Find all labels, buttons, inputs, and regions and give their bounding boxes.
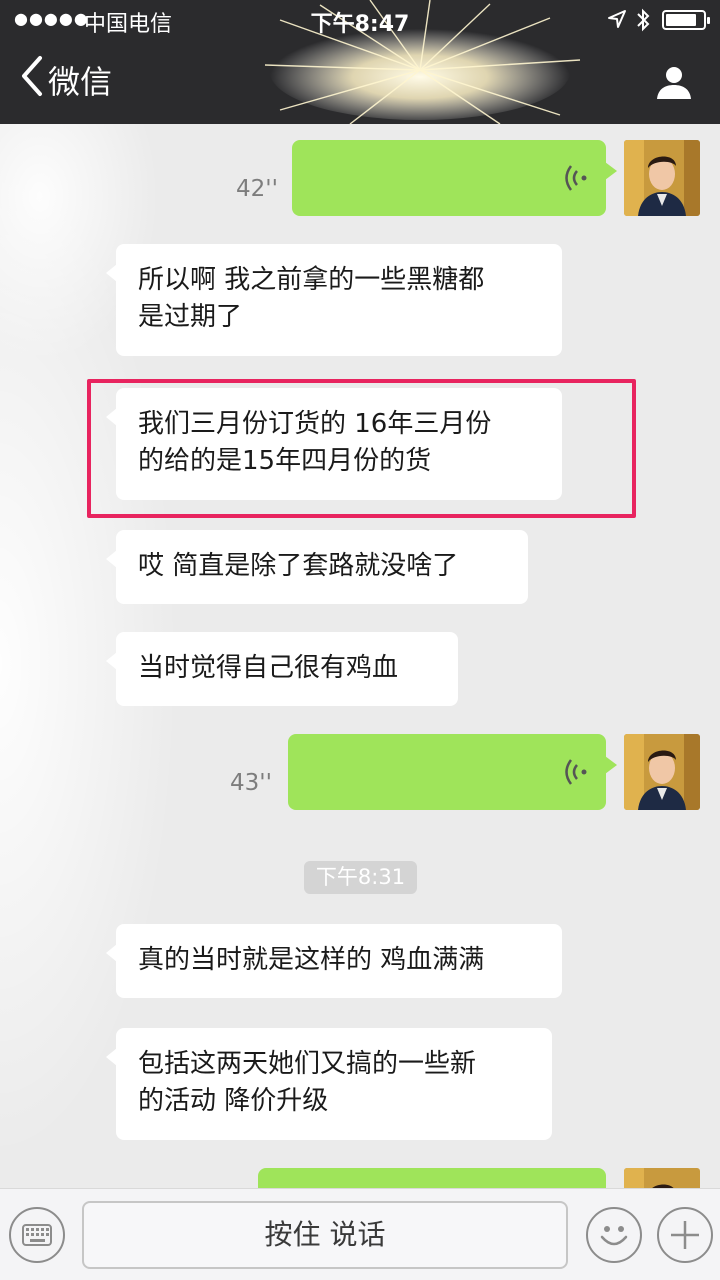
message-line: 包括这两天她们又搞的一些新 [138, 1049, 477, 1079]
keyboard-toggle-button[interactable] [9, 1207, 65, 1263]
header: ●●●●● 中国电信 下午8:47 微信 [0, 0, 720, 124]
location-icon [608, 10, 626, 28]
timestamp: 下午8:31 [304, 861, 417, 894]
emoji-icon [600, 1226, 628, 1246]
battery-icon [662, 10, 710, 30]
incoming-message[interactable]: 哎 简直是除了套路就没啥了 [106, 530, 528, 604]
voice-message[interactable] [292, 140, 617, 216]
emoji-button[interactable] [586, 1207, 642, 1263]
voice-duration: 42'' [236, 176, 278, 202]
incoming-message[interactable]: 包括这两天她们又搞的一些新 的活动 降价升级 [106, 1028, 552, 1140]
voice-wave-icon [565, 759, 587, 785]
more-button[interactable] [657, 1207, 713, 1263]
avatar[interactable] [624, 1168, 700, 1188]
nav-bar: 微信 [0, 40, 720, 124]
message-line: 真的当时就是这样的 鸡血满满 [138, 945, 485, 975]
input-bar: 按住 说话 [0, 1188, 720, 1280]
avatar-image [624, 734, 700, 810]
incoming-message[interactable]: 当时觉得自己很有鸡血 [106, 632, 458, 706]
voice-message[interactable] [258, 1168, 606, 1188]
voice-wave-icon [565, 165, 587, 191]
chat-area[interactable]: 42'' 所以啊 我之前拿的一些黑糖都 是过期了 我们三月份订货的 16年三月份… [0, 124, 720, 1188]
incoming-message[interactable]: 所以啊 我之前拿的一些黑糖都 是过期了 [106, 244, 562, 356]
status-bar: ●●●●● 中国电信 下午8:47 [0, 0, 720, 40]
avatar[interactable] [624, 734, 700, 810]
message-line: 哎 简直是除了套路就没啥了 [138, 551, 459, 581]
highlight-box [87, 379, 636, 518]
message-line: 的活动 降价升级 [138, 1086, 329, 1116]
voice-duration: 43'' [230, 770, 272, 796]
back-chevron-icon[interactable] [16, 54, 48, 98]
profile-icon[interactable] [654, 62, 694, 102]
message-line: 是过期了 [138, 302, 243, 332]
avatar[interactable] [624, 140, 700, 216]
avatar-image [624, 1168, 700, 1188]
back-button-label[interactable]: 微信 [48, 57, 112, 103]
plus-icon [671, 1221, 699, 1249]
hold-to-talk-button[interactable]: 按住 说话 [82, 1201, 568, 1269]
incoming-message[interactable]: 真的当时就是这样的 鸡血满满 [106, 924, 562, 998]
voice-message[interactable] [288, 734, 617, 810]
keyboard-icon [22, 1224, 52, 1246]
message-line: 所以啊 我之前拿的一些黑糖都 [138, 265, 485, 295]
bluetooth-icon [637, 8, 650, 32]
message-line: 当时觉得自己很有鸡血 [138, 653, 399, 683]
avatar-image [624, 140, 700, 216]
